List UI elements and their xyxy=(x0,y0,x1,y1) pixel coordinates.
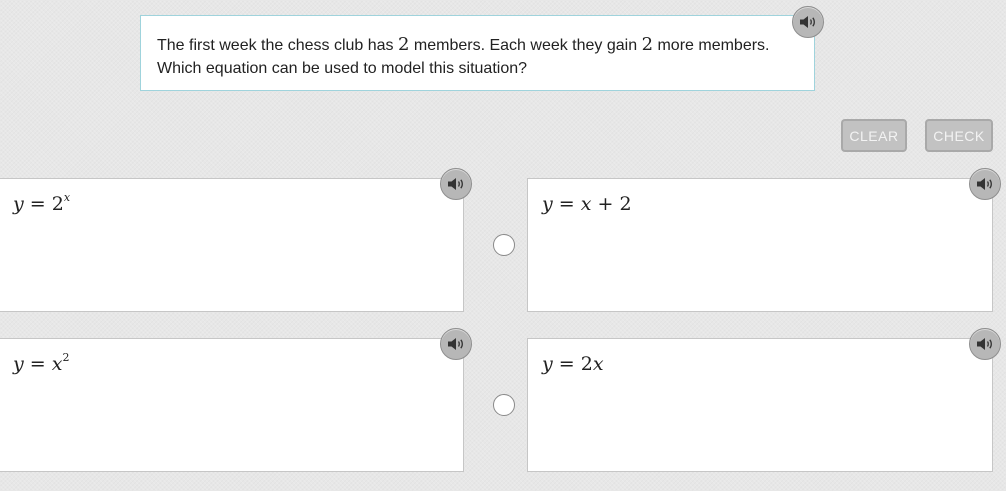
speaker-icon xyxy=(448,338,463,350)
option-c-equals: = xyxy=(29,353,46,375)
option-a-exponent: x xyxy=(63,191,71,204)
answer-option-c[interactable]: y = x2 xyxy=(0,338,464,472)
option-c-exponent: 2 xyxy=(62,351,70,364)
question-number-1: 2 xyxy=(398,34,410,55)
speaker-icon xyxy=(448,178,463,190)
speaker-icon xyxy=(800,16,815,28)
option-d-speaker-button[interactable] xyxy=(969,328,1001,360)
option-c-lhs: y xyxy=(13,353,24,375)
option-d-equals: = xyxy=(558,353,575,375)
option-b-speaker-button[interactable] xyxy=(969,168,1001,200)
option-c-speaker-button[interactable] xyxy=(440,328,472,360)
speaker-icon xyxy=(977,178,992,190)
option-d-equation: y = 2x xyxy=(542,353,604,375)
clear-button[interactable]: CLEAR xyxy=(841,119,907,152)
option-a-speaker-button[interactable] xyxy=(440,168,472,200)
option-c-equation: y = x2 xyxy=(13,351,70,375)
option-b-equation: y = x + 2 xyxy=(542,193,632,215)
option-d-coefficient: 2 xyxy=(580,353,593,375)
answer-option-a[interactable]: y = 2x xyxy=(0,178,464,312)
option-a-equation: y = 2x xyxy=(13,191,71,215)
option-b-plus: + xyxy=(597,193,614,215)
option-b-term1: x xyxy=(580,193,592,215)
option-d-lhs: y xyxy=(542,353,553,375)
option-b-lhs: y xyxy=(542,193,553,215)
question-line-1: The first week the chess club has 2 memb… xyxy=(157,33,798,57)
option-b-term2: 2 xyxy=(619,193,632,215)
question-text-c: more members. xyxy=(653,37,770,54)
option-d-variable: x xyxy=(592,353,604,375)
option-a-equals: = xyxy=(29,193,46,215)
option-a-lhs: y xyxy=(13,193,24,215)
option-b-equals: = xyxy=(558,193,575,215)
answer-option-b[interactable]: y = x + 2 xyxy=(527,178,993,312)
question-number-2: 2 xyxy=(641,34,654,55)
option-c-base: x xyxy=(51,353,63,375)
question-speaker-button[interactable] xyxy=(792,6,824,38)
option-a-b-radio-button[interactable] xyxy=(493,234,515,256)
option-a-base: 2 xyxy=(51,193,64,215)
question-text-b: members. Each week they gain xyxy=(409,37,642,54)
option-c-d-radio-button[interactable] xyxy=(493,394,515,416)
question-prompt: The first week the chess club has 2 memb… xyxy=(140,15,815,91)
check-button[interactable]: CHECK xyxy=(925,119,993,152)
question-text-a: The first week the chess club has xyxy=(157,37,398,54)
speaker-icon xyxy=(977,338,992,350)
question-line-2: Which equation can be used to model this… xyxy=(157,60,528,77)
answer-option-d[interactable]: y = 2x xyxy=(527,338,993,472)
